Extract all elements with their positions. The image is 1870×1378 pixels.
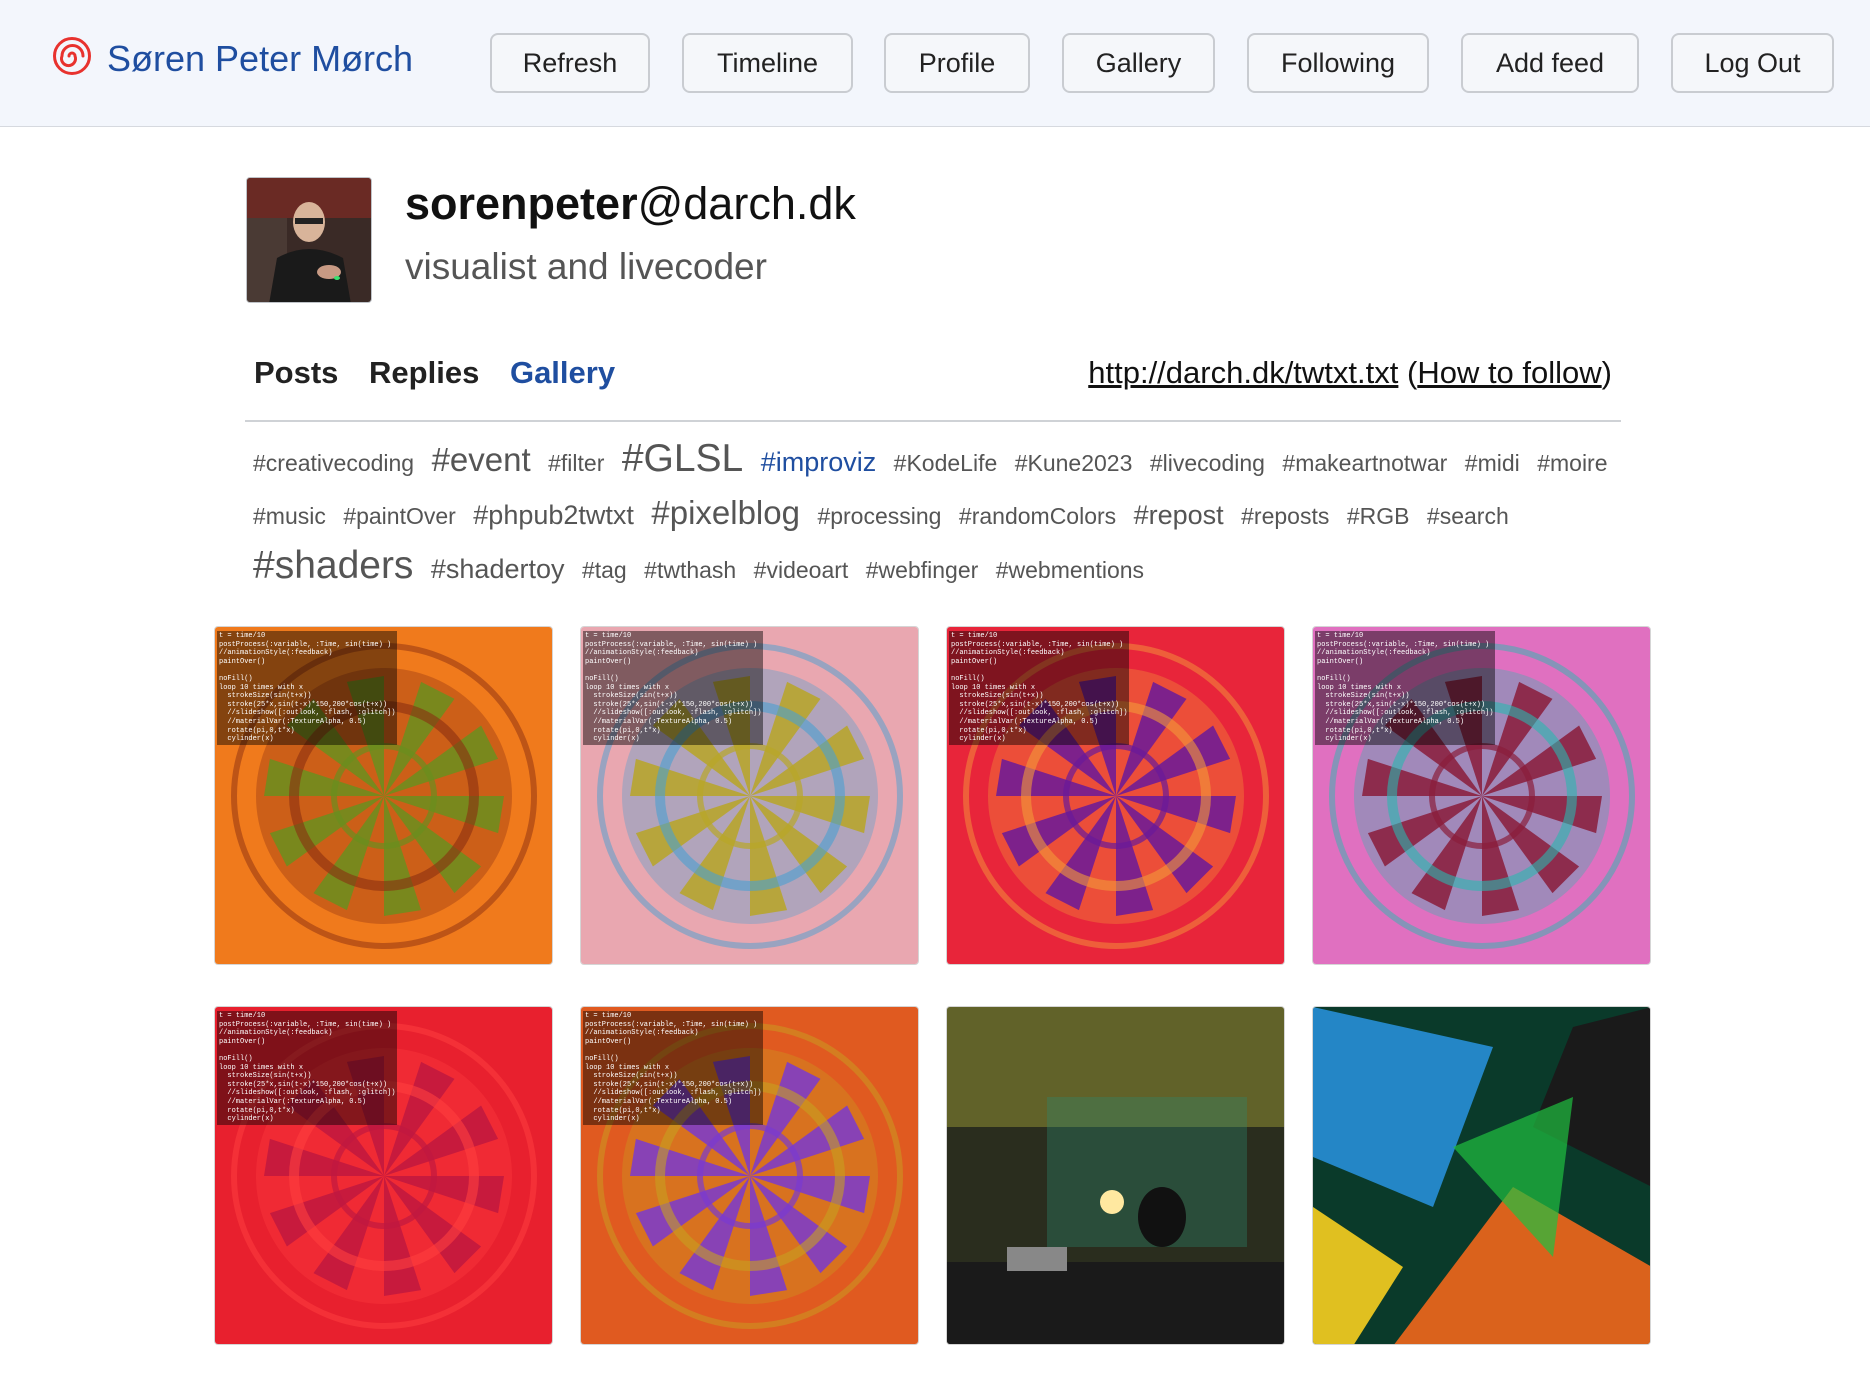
tag-link[interactable]: #midi <box>1465 450 1520 476</box>
following-button[interactable]: Following <box>1247 33 1429 93</box>
tag-link[interactable]: #shadertoy <box>431 554 565 584</box>
refresh-button[interactable]: Refresh <box>490 33 650 93</box>
tab-posts[interactable]: Posts <box>254 355 338 390</box>
code-overlay: t = time/10 postProcess(:variable, :Time… <box>217 1011 398 1125</box>
code-overlay: t = time/10 postProcess(:variable, :Time… <box>217 631 398 745</box>
tag-link[interactable]: #paintOver <box>343 503 456 529</box>
tag-link[interactable]: #event <box>432 441 531 478</box>
profile-nick: sorenpeter <box>405 178 638 229</box>
tag-link[interactable]: #makeartnotwar <box>1282 450 1447 476</box>
gallery-image[interactable] <box>946 1006 1285 1345</box>
tabs-divider <box>245 420 1621 422</box>
tag-link[interactable]: #music <box>253 503 326 529</box>
profile-tabs: Posts Replies Gallery <box>254 355 637 391</box>
tab-gallery[interactable]: Gallery <box>510 355 615 390</box>
gallery-image[interactable]: t = time/10 postProcess(:variable, :Time… <box>580 1006 919 1345</box>
tag-link[interactable]: #creativecoding <box>253 450 414 476</box>
log-out-button[interactable]: Log Out <box>1671 33 1834 93</box>
gallery-image[interactable]: t = time/10 postProcess(:variable, :Time… <box>946 626 1285 965</box>
profile-bio: visualist and livecoder <box>405 246 767 287</box>
tag-link[interactable]: #improviz <box>761 447 877 477</box>
tag-link[interactable]: #repost <box>1134 500 1224 530</box>
tag-link[interactable]: #processing <box>817 503 941 529</box>
tag-link[interactable]: #tag <box>582 557 627 583</box>
gallery-image[interactable]: t = time/10 postProcess(:variable, :Time… <box>214 626 553 965</box>
add-feed-button[interactable]: Add feed <box>1461 33 1639 93</box>
code-overlay: t = time/10 postProcess(:variable, :Time… <box>583 1011 764 1125</box>
feed-link-area: http://darch.dk/twtxt.txt (How to follow… <box>1088 355 1612 390</box>
tag-link[interactable]: #KodeLife <box>894 450 998 476</box>
profile-handle: sorenpeter@darch.dk <box>405 178 856 230</box>
gallery-image[interactable]: t = time/10 postProcess(:variable, :Time… <box>580 626 919 965</box>
tag-link[interactable]: #search <box>1427 503 1509 529</box>
tag-link[interactable]: #webmentions <box>996 557 1144 583</box>
profile-button[interactable]: Profile <box>884 33 1030 93</box>
feed-url-link[interactable]: http://darch.dk/twtxt.txt <box>1088 355 1398 390</box>
tag-link[interactable]: #filter <box>548 450 604 476</box>
gallery-image[interactable]: t = time/10 postProcess(:variable, :Time… <box>214 1006 553 1345</box>
code-overlay: t = time/10 postProcess(:variable, :Time… <box>949 631 1130 745</box>
gallery-button[interactable]: Gallery <box>1062 33 1215 93</box>
tag-link[interactable]: #livecoding <box>1150 450 1265 476</box>
how-to-follow-link[interactable]: How to follow <box>1417 355 1601 390</box>
tag-link[interactable]: #videoart <box>754 557 849 583</box>
tag-link[interactable]: #phpub2twtxt <box>473 500 634 530</box>
timeline-button[interactable]: Timeline <box>682 33 853 93</box>
tag-link[interactable]: #Kune2023 <box>1015 450 1133 476</box>
gallery-image[interactable] <box>1312 1006 1651 1345</box>
tag-link[interactable]: #shaders <box>253 544 413 587</box>
site-title[interactable]: Søren Peter Mørch <box>107 38 413 80</box>
tag-link[interactable]: #RGB <box>1347 503 1410 529</box>
spiral-icon[interactable] <box>52 36 92 76</box>
tag-link[interactable]: #pixelblog <box>651 494 800 531</box>
top-header: Søren Peter Mørch Refresh Timeline Profi… <box>0 0 1870 127</box>
tag-cloud: #creativecoding #event #filter #GLSL #im… <box>253 436 1623 597</box>
code-overlay: t = time/10 postProcess(:variable, :Time… <box>583 631 764 745</box>
tab-replies[interactable]: Replies <box>369 355 479 390</box>
tag-link[interactable]: #randomColors <box>959 503 1116 529</box>
tag-link[interactable]: #reposts <box>1241 503 1329 529</box>
code-overlay: t = time/10 postProcess(:variable, :Time… <box>1315 631 1496 745</box>
gallery-image[interactable]: t = time/10 postProcess(:variable, :Time… <box>1312 626 1651 965</box>
tag-link[interactable]: #twthash <box>644 557 736 583</box>
tag-link[interactable]: #moire <box>1537 450 1607 476</box>
avatar <box>246 177 372 303</box>
tag-link[interactable]: #webfinger <box>866 557 979 583</box>
profile-domain: @darch.dk <box>637 178 856 229</box>
tag-link[interactable]: #GLSL <box>622 437 743 480</box>
